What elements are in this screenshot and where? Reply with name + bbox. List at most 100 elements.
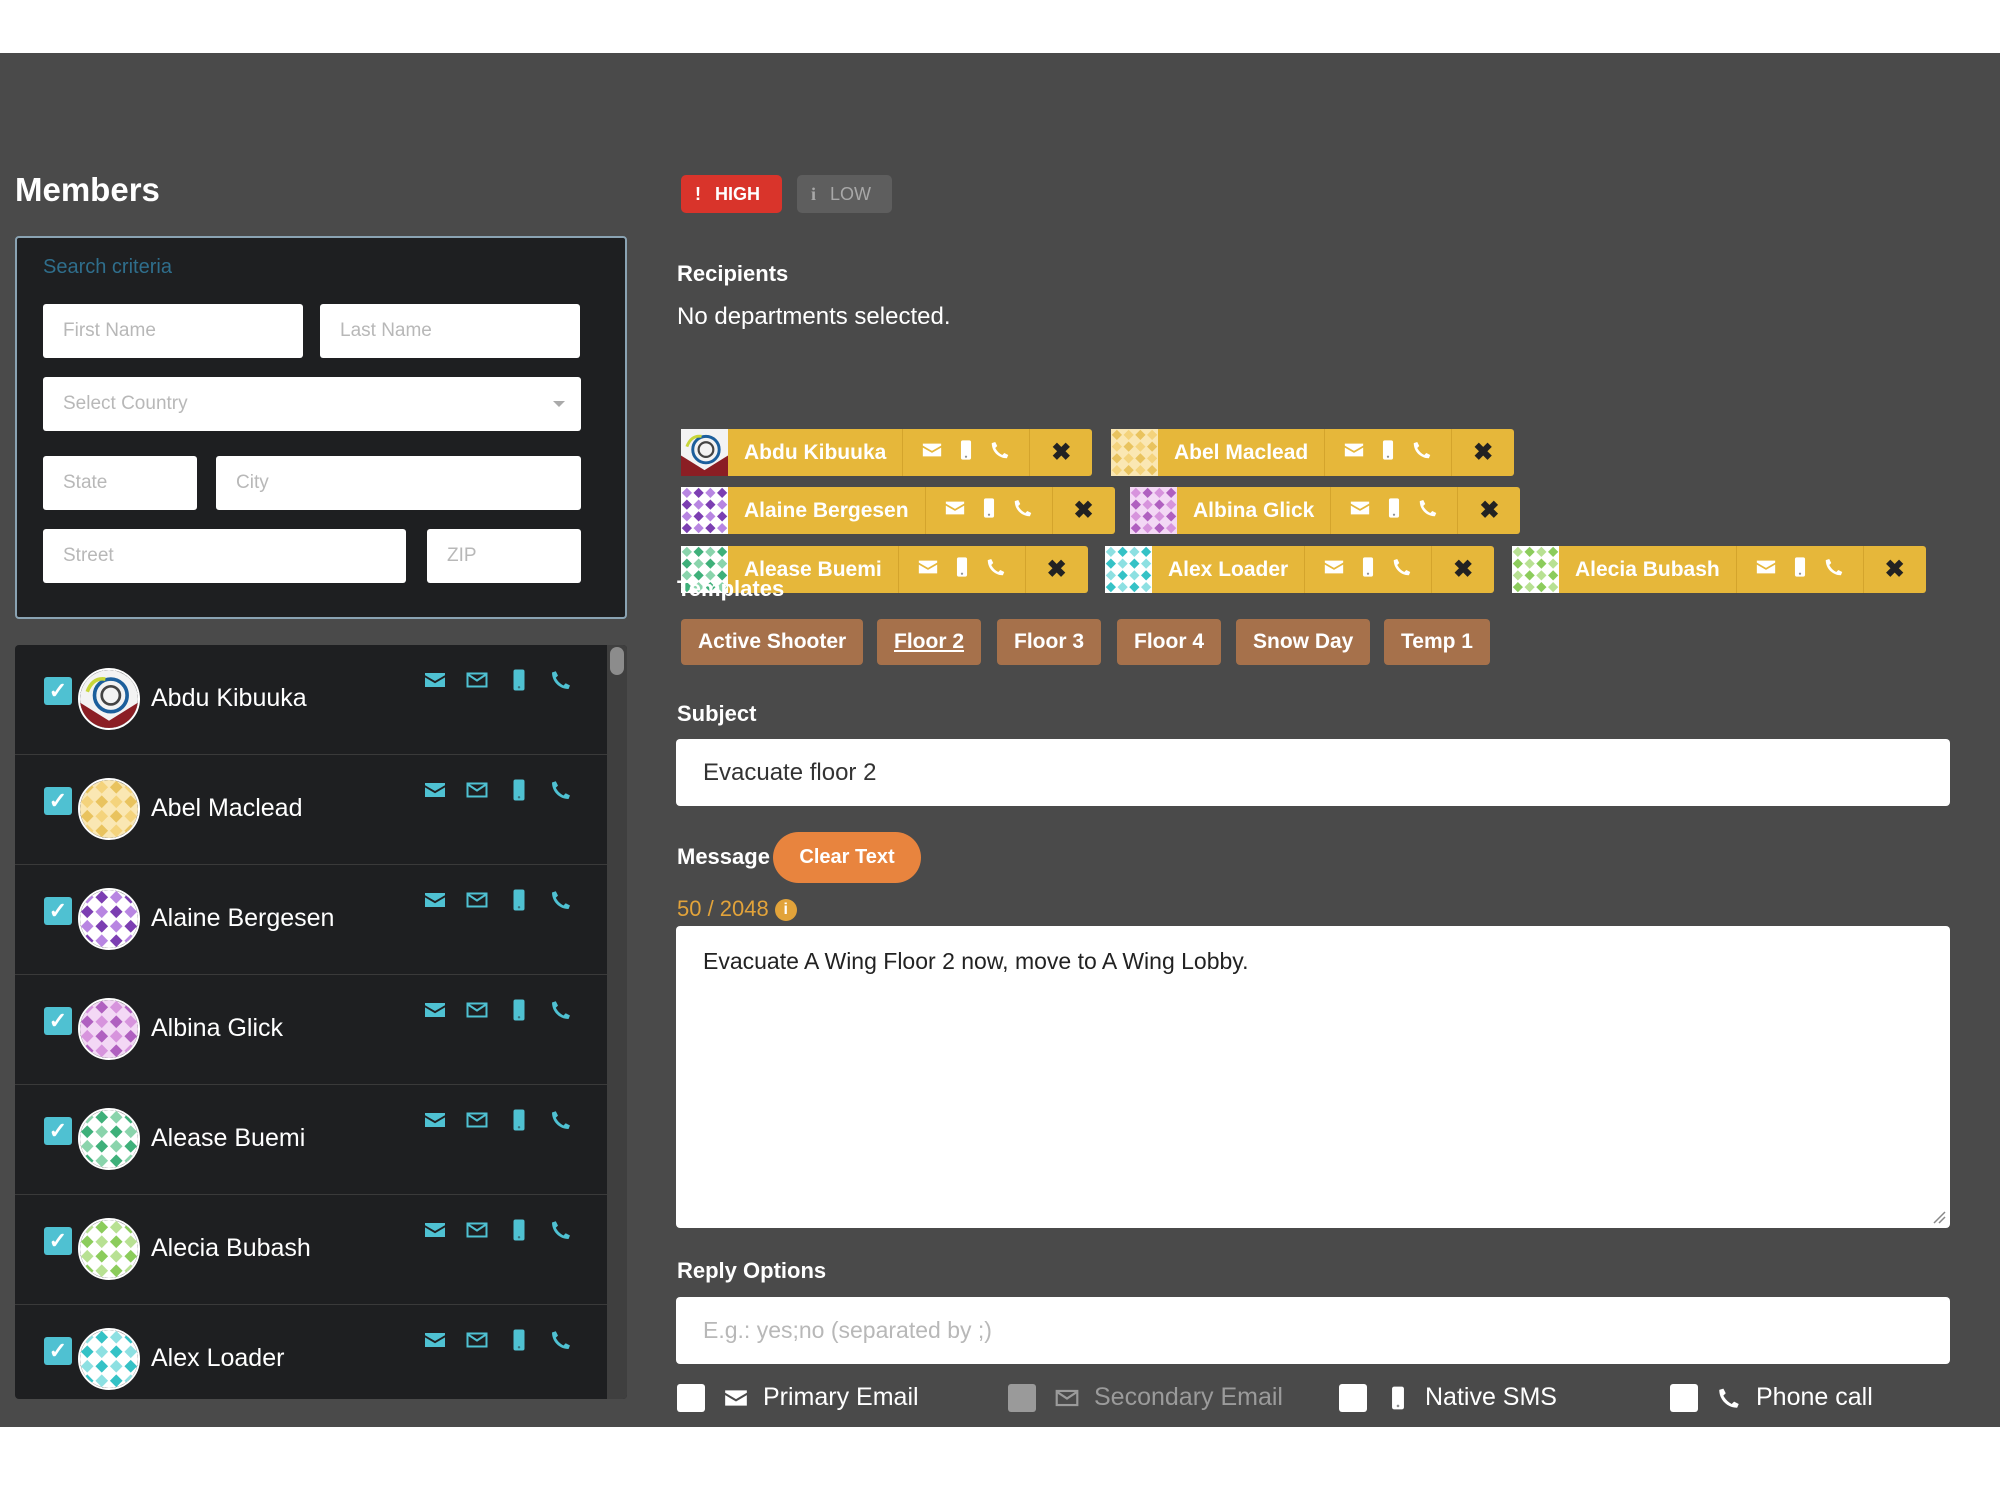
mobile-icon[interactable] <box>507 998 529 1021</box>
delivery-option[interactable]: Native SMS <box>1339 1383 1557 1412</box>
phone-icon[interactable] <box>989 439 1011 466</box>
member-row[interactable]: ✓ Alex Loader <box>15 1305 607 1399</box>
envelope-outline-icon[interactable] <box>465 998 488 1020</box>
delivery-option-checkbox[interactable] <box>1339 1383 1367 1412</box>
member-row[interactable]: ✓ Abel Maclead <box>15 755 607 865</box>
envelope-solid-icon[interactable] <box>944 497 966 524</box>
envelope-outline-icon[interactable] <box>465 1218 488 1240</box>
mobile-icon[interactable] <box>1357 556 1379 583</box>
member-checkbox[interactable]: ✓ <box>44 897 72 925</box>
template-button[interactable]: Snow Day <box>1236 619 1371 665</box>
envelope-solid-icon[interactable] <box>423 1108 445 1130</box>
city-input[interactable]: City <box>216 456 581 510</box>
member-checkbox[interactable]: ✓ <box>44 677 72 705</box>
mobile-icon[interactable] <box>507 1108 529 1131</box>
country-select[interactable]: Select Country <box>43 377 581 431</box>
state-input[interactable]: State <box>43 456 197 510</box>
template-button[interactable]: Floor 4 <box>1117 619 1222 665</box>
reply-options-input[interactable]: E.g.: yes;no (separated by ;) <box>676 1297 1950 1364</box>
first-name-input[interactable]: First Name <box>43 304 303 358</box>
subject-input[interactable]: Evacuate floor 2 <box>676 739 1950 806</box>
mobile-icon[interactable] <box>507 888 529 911</box>
member-row[interactable]: ✓ Abdu Kibuuka <box>15 645 607 755</box>
member-checkbox[interactable]: ✓ <box>44 1007 72 1035</box>
phone-icon[interactable] <box>1417 497 1439 524</box>
envelope-outline-icon[interactable] <box>465 778 488 800</box>
delivery-option[interactable]: Phone call <box>1670 1383 1873 1412</box>
mobile-icon[interactable] <box>507 668 529 691</box>
mobile-icon[interactable] <box>1377 439 1399 466</box>
envelope-solid-icon[interactable] <box>1343 439 1365 466</box>
envelope-outline-icon[interactable] <box>465 1108 488 1130</box>
message-textarea[interactable]: Evacuate A Wing Floor 2 now, move to A W… <box>676 926 1950 1228</box>
scrollbar-thumb[interactable] <box>610 647 624 675</box>
close-icon[interactable]: ✖ <box>1030 438 1092 467</box>
envelope-solid-icon[interactable] <box>1349 497 1371 524</box>
phone-icon[interactable] <box>549 888 571 910</box>
template-button[interactable]: Floor 3 <box>997 619 1102 665</box>
phone-icon[interactable] <box>1411 439 1433 466</box>
template-button[interactable]: Floor 2 <box>877 619 982 665</box>
envelope-solid-icon[interactable] <box>423 668 445 690</box>
phone-icon[interactable] <box>549 998 571 1020</box>
members-scrollbar[interactable] <box>607 645 627 1399</box>
mobile-icon[interactable] <box>951 556 973 583</box>
close-icon[interactable]: ✖ <box>1432 555 1494 584</box>
template-button[interactable]: Active Shooter <box>681 619 864 665</box>
priority-high-button[interactable]: ! HIGH <box>681 175 782 213</box>
mobile-icon[interactable] <box>507 1328 529 1351</box>
close-icon[interactable]: ✖ <box>1053 496 1115 525</box>
delivery-option-checkbox[interactable] <box>1670 1383 1698 1412</box>
member-row[interactable]: ✓ Alease Buemi <box>15 1085 607 1195</box>
phone-icon[interactable] <box>549 668 571 690</box>
envelope-outline-icon[interactable] <box>465 888 488 910</box>
mobile-icon[interactable] <box>507 778 529 801</box>
envelope-solid-icon[interactable] <box>423 998 445 1020</box>
envelope-solid-icon[interactable] <box>1323 556 1345 583</box>
member-checkbox[interactable]: ✓ <box>44 1227 72 1255</box>
mobile-icon[interactable] <box>1383 497 1405 524</box>
close-icon[interactable]: ✖ <box>1452 438 1514 467</box>
envelope-solid-icon[interactable] <box>1755 556 1777 583</box>
phone-icon[interactable] <box>1012 497 1034 524</box>
envelope-solid-icon[interactable] <box>423 778 445 800</box>
phone-icon[interactable] <box>549 1328 571 1350</box>
member-row[interactable]: ✓ Alaine Bergesen <box>15 865 607 975</box>
member-checkbox[interactable]: ✓ <box>44 1117 72 1145</box>
close-icon[interactable]: ✖ <box>1026 555 1088 584</box>
mobile-icon[interactable] <box>507 1218 529 1241</box>
zip-input[interactable]: ZIP <box>427 529 581 583</box>
envelope-outline-icon[interactable] <box>465 668 488 690</box>
resize-handle-icon[interactable] <box>1932 1210 1946 1224</box>
reply-options-placeholder: E.g.: yes;no (separated by ;) <box>703 1317 992 1343</box>
phone-icon[interactable] <box>549 1218 571 1240</box>
envelope-solid-icon[interactable] <box>921 439 943 466</box>
close-icon[interactable]: ✖ <box>1458 496 1520 525</box>
priority-low-button[interactable]: i LOW <box>797 175 892 213</box>
envelope-solid-icon[interactable] <box>917 556 939 583</box>
street-input[interactable]: Street <box>43 529 406 583</box>
phone-icon[interactable] <box>1823 556 1845 583</box>
member-row[interactable]: ✓ Albina Glick <box>15 975 607 1085</box>
close-icon[interactable]: ✖ <box>1864 555 1926 584</box>
delivery-option[interactable]: Primary Email <box>677 1383 919 1412</box>
delivery-option-checkbox[interactable] <box>677 1383 705 1412</box>
clear-text-button[interactable]: Clear Text <box>773 832 921 883</box>
envelope-solid-icon[interactable] <box>423 1328 445 1350</box>
phone-icon[interactable] <box>1391 556 1413 583</box>
envelope-outline-icon[interactable] <box>465 1328 488 1350</box>
template-button[interactable]: Temp 1 <box>1384 619 1490 665</box>
envelope-solid-icon[interactable] <box>423 1218 445 1240</box>
envelope-solid-icon[interactable] <box>423 888 445 910</box>
phone-icon[interactable] <box>549 1108 571 1130</box>
member-checkbox[interactable]: ✓ <box>44 1337 72 1365</box>
mobile-icon[interactable] <box>1789 556 1811 583</box>
mobile-icon[interactable] <box>955 439 977 466</box>
phone-icon[interactable] <box>549 778 571 800</box>
last-name-input[interactable]: Last Name <box>320 304 580 358</box>
mobile-icon[interactable] <box>978 497 1000 524</box>
phone-icon[interactable] <box>985 556 1007 583</box>
info-icon[interactable]: i <box>774 899 797 921</box>
member-row[interactable]: ✓ Alecia Bubash <box>15 1195 607 1305</box>
member-checkbox[interactable]: ✓ <box>44 787 72 815</box>
